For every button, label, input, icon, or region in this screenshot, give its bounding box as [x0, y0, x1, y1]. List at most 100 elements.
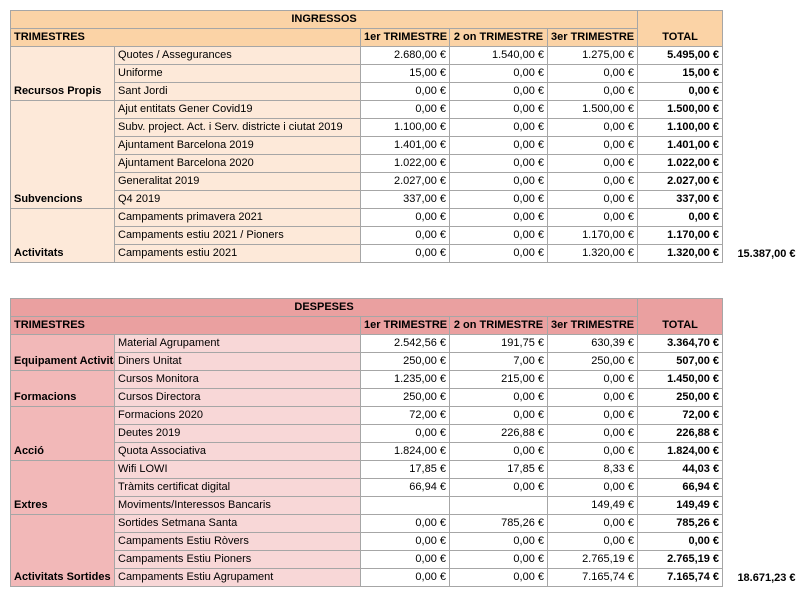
- q1-cell: 17,85 €: [360, 460, 450, 479]
- table-row: Deutes 2019 0,00 €226,88 €0,00 €226,88 €: [11, 424, 799, 443]
- table-row: Campaments estiu 2021 / Pioners 0,00 €0,0…: [11, 226, 799, 245]
- concept-cell: Wifi LOWI: [114, 460, 361, 479]
- row-total-cell: 226,88 €: [637, 424, 724, 443]
- concept-cell: Generalitat 2019: [114, 172, 361, 191]
- row-total-cell: 44,03 €: [637, 460, 724, 479]
- q2-cell: 215,00 €: [449, 370, 548, 389]
- concept-cell: Diners Unitat: [114, 352, 361, 371]
- row-total-cell: 66,94 €: [637, 478, 724, 497]
- concept-cell: Cursos Directora: [114, 388, 361, 407]
- group-label: Acció: [10, 406, 115, 461]
- q1-cell: 1.401,00 €: [360, 136, 450, 155]
- table-row: Campaments Estiu Ròvers 0,00 €0,00 €0,00 …: [11, 532, 799, 551]
- row-total-cell: 149,49 €: [637, 496, 724, 515]
- q3-cell: 0,00 €: [546, 64, 639, 83]
- q3-cell: 250,00 €: [546, 352, 639, 371]
- table-row: Subv. project. Act. i Serv. districte i …: [11, 118, 799, 137]
- row-total-cell: 5.495,00 €: [637, 46, 724, 65]
- table-row: Campaments estiu 2021 0,00 €0,00 €1.320,0…: [11, 244, 799, 263]
- table-row: Formacions Cursos Monitora 1.235,00 €215,0…: [10, 370, 799, 407]
- concept-cell: Q4 2019: [114, 190, 361, 209]
- quarter-header-2: 2 on TRIMESTRE: [449, 28, 548, 47]
- concept-cell: Campaments Estiu Pioners: [114, 550, 361, 569]
- concept-cell: Ajuntament Barcelona 2019: [114, 136, 361, 155]
- group-label: Activitats Sortides: [10, 514, 115, 587]
- row-total-cell: 2.027,00 €: [637, 172, 724, 191]
- row-total-cell: 0,00 €: [637, 208, 724, 227]
- q2-cell: 226,88 €: [449, 424, 548, 443]
- q3-cell: 7.165,74 €: [546, 568, 639, 587]
- row-total-cell: 1.170,00 €: [637, 226, 724, 245]
- q2-cell: 0,00 €: [449, 442, 548, 461]
- blank-cell: [723, 11, 799, 47]
- expenses-title: DESPESES: [9, 298, 639, 317]
- concept-cell: Tràmits certificat digital: [114, 478, 361, 497]
- q1-cell: 0,00 €: [360, 568, 450, 587]
- q3-cell: 0,00 €: [546, 190, 639, 209]
- q2-cell: 0,00 €: [449, 532, 548, 551]
- row-total-cell: 1.824,00 €: [637, 442, 724, 461]
- q2-cell: 17,85 €: [449, 460, 548, 479]
- concept-cell: Ajut entitats Gener Covid19: [114, 100, 361, 119]
- group-label: Recursos Propis: [10, 46, 115, 101]
- table-row: Q4 2019 337,00 €0,00 €0,00 €337,00 €: [11, 190, 799, 209]
- row-total-cell: 0,00 €: [637, 82, 724, 101]
- q3-cell: 2.765,19 €: [546, 550, 639, 569]
- concept-cell: Campaments Estiu Agrupament: [114, 568, 361, 587]
- income-table: INGRESSOS TOTAL TRIMESTRES 1er TRIMESTRE 2 o…: [9, 10, 799, 263]
- table-row: Equipament Activitats CauMaterial Agrupa…: [10, 334, 799, 584]
- q2-cell: 0,00 €: [449, 244, 548, 263]
- group-label: Extres: [10, 460, 115, 515]
- row-total-cell: 2.765,19 €: [637, 550, 724, 569]
- q2-cell: 191,75 €: [449, 334, 548, 353]
- table-row: Uniforme 15,00 €0,00 €0,00 €15,00 €: [11, 64, 799, 83]
- q2-cell: 0,00 €: [449, 100, 548, 119]
- q1-cell: 0,00 €: [360, 550, 450, 569]
- q3-cell: 0,00 €: [546, 478, 639, 497]
- q2-cell: 0,00 €: [449, 568, 548, 587]
- q1-cell: 0,00 €: [360, 424, 450, 443]
- table-row: Extres Wifi LOWI 17,85 €17,85 €8,33 €44,03…: [10, 460, 799, 515]
- total-header: TOTAL: [637, 10, 724, 47]
- income-title: INGRESSOS: [9, 10, 639, 29]
- q3-cell: 8,33 €: [546, 460, 639, 479]
- group-label: Formacions: [10, 370, 115, 407]
- q1-cell: 1.022,00 €: [360, 154, 450, 173]
- row-total-cell: 1.401,00 €: [637, 136, 724, 155]
- q2-cell: 0,00 €: [449, 478, 548, 497]
- q3-cell: 0,00 €: [546, 208, 639, 227]
- concept-cell: Material Agrupament: [114, 334, 361, 353]
- group-label: Activitats: [10, 208, 115, 263]
- q2-cell: 0,00 €: [449, 226, 548, 245]
- table-row: Campaments Estiu Agrupament 0,00 €0,00 €7…: [11, 568, 799, 587]
- expense-table: DESPESES TOTAL TRIMESTRES 1er TRIMESTRE 2 on…: [9, 298, 799, 587]
- group-label: Equipament Activitats Cau: [10, 334, 115, 371]
- concept-cell: Campaments Estiu Ròvers: [114, 532, 361, 551]
- q2-cell: 0,00 €: [449, 388, 548, 407]
- q3-cell: 630,39 €: [546, 334, 639, 353]
- concept-cell: Uniforme: [114, 64, 361, 83]
- concept-cell: Campaments primavera 2021: [114, 208, 361, 227]
- concept-cell: Ajuntament Barcelona 2020: [114, 154, 361, 173]
- quarter-header-1: 1er TRIMESTRE: [360, 316, 450, 335]
- q3-cell: 0,00 €: [546, 172, 639, 191]
- q2-cell: 0,00 €: [449, 136, 548, 155]
- concept-cell: Campaments estiu 2021: [114, 244, 361, 263]
- total-header: TOTAL: [637, 298, 724, 335]
- table-row: Diners Unitat 250,00 €7,00 €250,00 €507,0…: [11, 352, 799, 371]
- q3-cell: 0,00 €: [546, 136, 639, 155]
- q1-cell: 1.100,00 €: [360, 118, 450, 137]
- q2-cell: 0,00 €: [449, 190, 548, 209]
- q3-cell: 1.170,00 €: [546, 226, 639, 245]
- q1-cell: 0,00 €: [360, 532, 450, 551]
- table-row: Activitats Campaments primavera 2021 0,00 …: [10, 208, 799, 263]
- title-row: DESPESES TOTAL: [9, 298, 799, 335]
- concept-cell: Quota Associativa: [114, 442, 361, 461]
- table-row: Cursos Directora 250,00 €0,00 €0,00 €250,…: [11, 388, 799, 407]
- q3-cell: 0,00 €: [546, 82, 639, 101]
- q3-cell: 0,00 €: [546, 370, 639, 389]
- q3-cell: 0,00 €: [546, 118, 639, 137]
- table-row: Ajuntament Barcelona 2020 1.022,00 €0,00 …: [11, 154, 799, 173]
- q1-cell: 0,00 €: [360, 514, 450, 533]
- title-row: INGRESSOS TOTAL: [9, 10, 799, 47]
